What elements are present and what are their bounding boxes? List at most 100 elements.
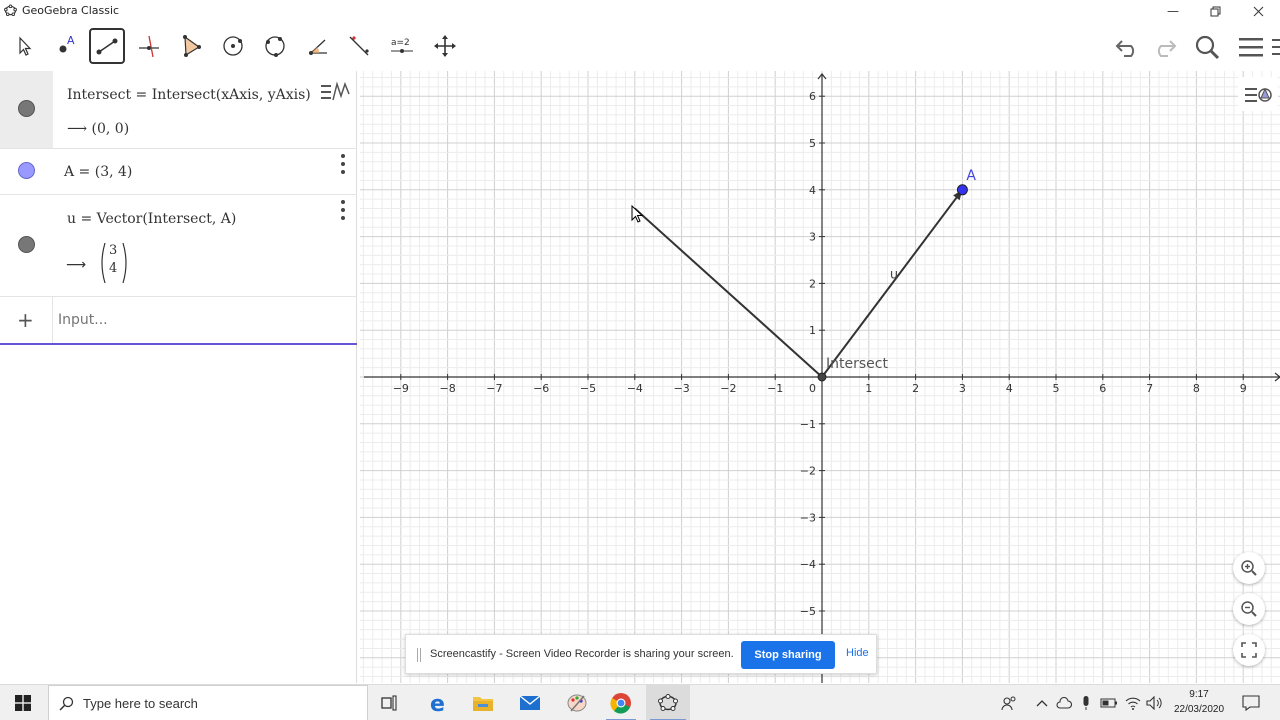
circle-center-icon [223, 36, 243, 56]
point-tool[interactable]: A [48, 28, 84, 64]
algebra-row-intersect[interactable]: Intersect = Intersect(xAxis, yAxis) ⟶ (0… [0, 71, 357, 149]
polygon-tool[interactable] [173, 28, 209, 64]
x-tick-label: −6 [533, 382, 549, 395]
circle-tool[interactable] [215, 28, 251, 64]
algebra-view: Intersect = Intersect(xAxis, yAxis) ⟶ (0… [0, 71, 357, 683]
visibility-toggle[interactable] [18, 162, 35, 179]
volume-tray[interactable] [1144, 685, 1166, 720]
zoom-out-button[interactable] [1233, 593, 1265, 625]
wifi-tray[interactable] [1122, 685, 1144, 720]
y-tick-label: 6 [809, 90, 816, 103]
x-tick-label: −1 [767, 382, 783, 395]
windows-taskbar: Type here to search e 9:17 22/03/2020 [0, 684, 1280, 720]
stop-sharing-button[interactable]: Stop sharing [741, 641, 835, 669]
add-icon[interactable]: + [17, 308, 34, 332]
taskbar-edge[interactable]: e [420, 685, 458, 720]
sharing-message: Screencastify - Screen Video Recorder is… [430, 648, 734, 660]
close-button[interactable] [1236, 0, 1280, 22]
clock-time: 9:17 [1189, 689, 1209, 700]
taskbar-chrome[interactable] [602, 685, 640, 720]
undo-button[interactable] [1111, 30, 1145, 64]
main-menu-button[interactable] [1234, 30, 1268, 64]
x-tick-label: 4 [1006, 382, 1013, 395]
algebra-row-vector-u[interactable]: u = Vector(Intersect, A) ⟶ 3 4 [0, 195, 357, 297]
algebra-row-point-a[interactable]: A = (3, 4) [0, 149, 357, 195]
action-center-button[interactable] [1238, 685, 1264, 720]
svg-text:e: e [430, 692, 445, 714]
move-arrows-icon [434, 35, 456, 57]
fullscreen-button[interactable] [1233, 634, 1265, 666]
graphics-style-button[interactable] [1238, 77, 1278, 111]
y-tick-label: −1 [800, 418, 816, 431]
minimize-icon: — [1167, 4, 1179, 18]
drag-handle-icon[interactable] [417, 648, 421, 662]
title-bar: GeoGebra Classic — [0, 0, 1280, 22]
hide-banner-link[interactable]: Hide [846, 647, 869, 659]
y-tick-label: −3 [800, 511, 816, 524]
redo-button[interactable] [1147, 30, 1181, 64]
minimize-button[interactable]: — [1151, 0, 1195, 22]
algebra-input[interactable] [58, 306, 338, 334]
visibility-toggle[interactable] [18, 236, 35, 253]
perpendicular-line-tool[interactable] [131, 28, 167, 64]
zoom-in-button[interactable] [1233, 552, 1265, 584]
microphone-tray[interactable] [1077, 685, 1095, 720]
start-button[interactable] [0, 685, 46, 720]
clock-date: 22/03/2020 [1173, 704, 1225, 715]
coordinate-plane[interactable]: −9 −8 −7 −6 −5 −4 −3 −2 −1 1 2 3 4 5 6 7 8 9 6 5 4 3 2 1 −1 −2 −3 −… [360, 71, 1280, 683]
segment-icon [96, 38, 118, 55]
slider-tool[interactable]: a=2 [384, 28, 420, 64]
move-tool[interactable] [6, 28, 42, 64]
row-marker [0, 149, 53, 194]
x-tick-label: 8 [1193, 382, 1200, 395]
move-graphics-tool[interactable] [427, 28, 463, 64]
taskbar-search-box[interactable]: Type here to search [48, 685, 368, 720]
origin-label: 0 [809, 382, 816, 395]
chevron-up-icon [1036, 700, 1048, 707]
row-definition: u = Vector(Intersect, A) [67, 211, 237, 227]
taskbar-clock[interactable]: 9:17 22/03/2020 [1168, 687, 1230, 717]
algebra-input-row[interactable]: + [0, 297, 357, 345]
onedrive-tray[interactable] [1054, 685, 1074, 720]
arrow-pointer-icon [19, 36, 32, 56]
point-icon: A [59, 34, 75, 53]
search-icon [1195, 35, 1220, 60]
taskbar-file-explorer[interactable] [464, 685, 502, 720]
taskbar-mail[interactable] [511, 685, 549, 720]
perspectives-icon [1272, 39, 1280, 55]
algebra-style-button[interactable] [314, 71, 356, 113]
battery-icon [1100, 698, 1117, 708]
wifi-icon [1125, 697, 1141, 710]
point-a [956, 184, 968, 196]
perspectives-button[interactable] [1266, 30, 1280, 64]
tray-overflow-button[interactable] [1032, 685, 1052, 720]
segment-tool[interactable] [89, 28, 125, 64]
reflect-tool[interactable] [341, 28, 377, 64]
x-tick-label: 5 [1053, 382, 1060, 395]
graphics-view[interactable]: −9 −8 −7 −6 −5 −4 −3 −2 −1 1 2 3 4 5 6 7 8 9 6 5 4 3 2 1 −1 −2 −3 −… [360, 71, 1280, 683]
redo-icon [1157, 40, 1177, 57]
people-button[interactable] [996, 685, 1020, 720]
row-menu-button[interactable] [337, 154, 349, 174]
point-intersect-label: Intersect [826, 356, 888, 372]
x-tick-label: −8 [439, 382, 455, 395]
row-menu-button[interactable] [337, 200, 349, 220]
row-marker [0, 71, 53, 148]
battery-tray[interactable] [1099, 685, 1119, 720]
taskbar-geogebra[interactable] [646, 685, 690, 720]
angle-tool[interactable] [299, 28, 335, 64]
circle-three-points-tool[interactable] [257, 28, 293, 64]
svg-text:a=2: a=2 [391, 38, 410, 48]
folder-icon [473, 697, 493, 711]
taskbar-screencastify[interactable] [558, 685, 596, 720]
undo-icon [1115, 40, 1135, 57]
y-tick-label: 2 [809, 277, 816, 290]
search-icon [59, 696, 74, 711]
visibility-toggle[interactable] [18, 100, 35, 117]
people-icon [1001, 696, 1016, 711]
close-icon [1253, 6, 1263, 16]
search-button[interactable] [1190, 30, 1224, 64]
task-view-button[interactable] [372, 685, 408, 720]
restore-button[interactable] [1193, 0, 1237, 22]
window-title: GeoGebra Classic [22, 4, 120, 17]
